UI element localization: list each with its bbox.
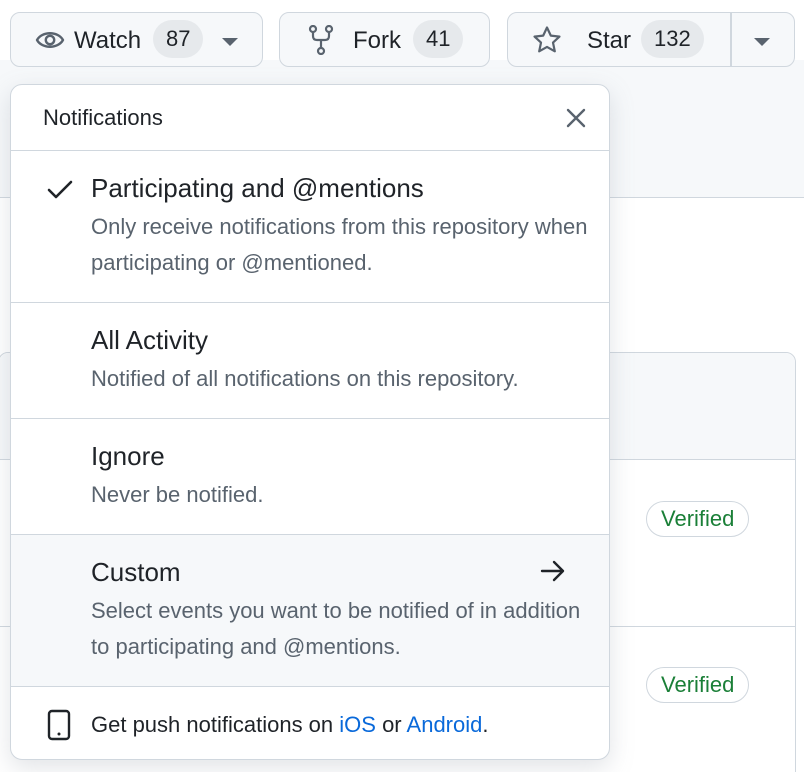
star-list-dropdown-button[interactable] xyxy=(732,13,794,66)
notifications-dropdown: Notifications Participating and @mention… xyxy=(10,84,610,760)
star-button[interactable]: Star 132 xyxy=(508,13,730,66)
option-title: Participating and @mentions xyxy=(91,173,424,203)
dropdown-title: Notifications xyxy=(43,105,163,130)
watch-label: Watch xyxy=(74,27,142,54)
star-icon xyxy=(532,25,562,55)
verified-badge[interactable]: Verified xyxy=(646,667,750,703)
option-description: Never be notified. xyxy=(91,482,264,507)
footer-suffix: . xyxy=(482,712,489,737)
ios-link[interactable]: iOS xyxy=(339,712,376,737)
option-title: Custom xyxy=(91,557,181,587)
eye-icon xyxy=(35,27,65,53)
option-description: Notified of all notifications on this re… xyxy=(91,366,519,391)
dropdown-footer: Get push notifications on iOS or Android… xyxy=(11,687,609,759)
caret-down-icon xyxy=(753,37,771,47)
watch-button[interactable]: Watch 87 xyxy=(10,12,263,67)
option-ignore[interactable]: Ignore Never be notified. xyxy=(11,419,609,535)
option-title: All Activity xyxy=(91,325,209,355)
star-label: Star xyxy=(587,27,632,54)
close-icon[interactable] xyxy=(563,105,589,131)
footer-middle: or xyxy=(375,712,407,737)
option-description: Select events you want to be notified of… xyxy=(91,598,581,659)
star-count: 132 xyxy=(641,20,704,58)
arrow-right-icon xyxy=(539,559,567,588)
fork-button[interactable]: Fork 41 xyxy=(279,12,490,67)
check-icon xyxy=(47,179,73,206)
fork-count: 41 xyxy=(413,20,464,58)
caret-down-icon xyxy=(221,37,239,47)
repo-forked-icon xyxy=(308,25,334,55)
option-participating[interactable]: Participating and @mentions Only receive… xyxy=(11,151,609,303)
dropdown-header: Notifications xyxy=(11,85,609,151)
device-mobile-icon xyxy=(47,709,71,746)
option-description: Only receive notifications from this rep… xyxy=(91,214,588,275)
android-link[interactable]: Android xyxy=(407,712,483,737)
verified-badge[interactable]: Verified xyxy=(646,501,750,537)
option-title: Ignore xyxy=(91,441,165,471)
option-custom[interactable]: Custom Select events you want to be noti… xyxy=(11,535,609,687)
footer-prefix: Get push notifications on xyxy=(91,712,340,737)
option-all-activity[interactable]: All Activity Notified of all notificatio… xyxy=(11,303,609,419)
fork-label: Fork xyxy=(353,27,401,54)
push-notifications-text: Get push notifications on iOS or Android… xyxy=(91,712,489,738)
star-button-group: Star 132 xyxy=(507,12,795,67)
watch-count: 87 xyxy=(153,20,204,58)
